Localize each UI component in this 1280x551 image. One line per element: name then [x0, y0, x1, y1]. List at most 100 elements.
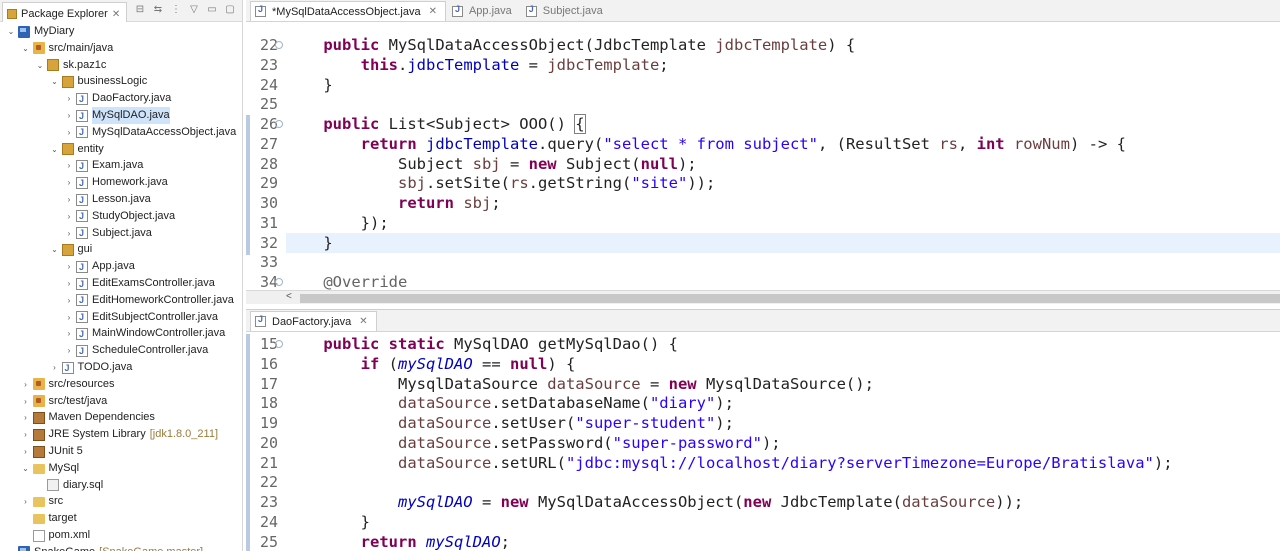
- expanded-chevron-icon[interactable]: ⌄: [50, 241, 60, 258]
- code-line[interactable]: dataSource.setDatabaseName("diary");: [286, 393, 1280, 413]
- collapsed-chevron-icon[interactable]: ›: [64, 124, 74, 141]
- collapsed-chevron-icon[interactable]: ›: [21, 376, 31, 393]
- tree-item[interactable]: › src/test/java: [21, 393, 107, 410]
- tree-item[interactable]: › Exam.java: [64, 157, 144, 175]
- view-menu-icon[interactable]: ⋮: [170, 4, 182, 15]
- collapsed-chevron-icon[interactable]: ›: [64, 342, 74, 359]
- tree-item[interactable]: › EditExamsController.java: [64, 275, 215, 293]
- editor-tab[interactable]: DaoFactory.java ✕: [250, 311, 377, 331]
- code-line[interactable]: [286, 252, 1280, 272]
- code-line[interactable]: dataSource.setURL("jdbc:mysql://localhos…: [286, 453, 1280, 473]
- collapsed-chevron-icon[interactable]: ›: [6, 544, 16, 551]
- tree-item[interactable]: › JUnit 5: [21, 443, 83, 460]
- expanded-chevron-icon[interactable]: ⌄: [35, 57, 45, 74]
- tree-item[interactable]: › Maven Dependencies: [21, 409, 155, 426]
- expanded-chevron-icon[interactable]: ⌄: [21, 460, 31, 477]
- collapsed-chevron-icon[interactable]: ›: [64, 258, 74, 275]
- tree-item[interactable]: › EditSubjectController.java: [64, 309, 218, 326]
- code-line[interactable]: [286, 94, 1280, 114]
- tree-item[interactable]: › SnakeGame [SnakeGame master]: [6, 544, 203, 551]
- tree-item[interactable]: › JRE System Library [jdk1.8.0_211]: [21, 426, 218, 443]
- tree-item[interactable]: › Subject.java: [64, 225, 152, 242]
- code-line[interactable]: return sbj;: [286, 193, 1280, 213]
- editor-tab[interactable]: Subject.java: [522, 1, 611, 21]
- tree-item[interactable]: diary.sql: [35, 477, 103, 494]
- code-line[interactable]: Subject sbj = new Subject(null);: [286, 154, 1280, 174]
- collapsed-chevron-icon[interactable]: ›: [50, 359, 60, 376]
- scrollbar-thumb[interactable]: [300, 294, 1280, 303]
- collapsed-chevron-icon[interactable]: ›: [64, 208, 74, 225]
- code-line[interactable]: }: [286, 232, 1280, 253]
- collapsed-chevron-icon[interactable]: ›: [21, 393, 31, 410]
- code-line[interactable]: return mySqlDAO;: [286, 532, 1280, 551]
- code-line[interactable]: this.jdbcTemplate = jdbcTemplate;: [286, 55, 1280, 75]
- tree-item[interactable]: › DaoFactory.java: [64, 90, 172, 108]
- package-explorer-tab[interactable]: Package Explorer ✕: [2, 2, 128, 22]
- close-icon[interactable]: ✕: [429, 6, 437, 17]
- code-line[interactable]: }: [286, 512, 1280, 532]
- horizontal-scrollbar[interactable]: <: [246, 290, 1280, 304]
- code-line[interactable]: sbj.setSite(rs.getString("site"));: [286, 173, 1280, 193]
- tree-item[interactable]: › EditHomeworkController.java: [64, 292, 234, 309]
- maximize-icon[interactable]: ▢: [224, 4, 236, 15]
- code-line[interactable]: @Override: [286, 272, 1280, 292]
- tree-item[interactable]: › src: [21, 493, 63, 510]
- code-line[interactable]: if (mySqlDAO == null) {: [286, 354, 1280, 374]
- fold-toggle-icon[interactable]: [275, 41, 283, 49]
- tree-item[interactable]: ⌄ entity: [50, 141, 104, 158]
- editor-tab[interactable]: App.java: [448, 1, 520, 21]
- scroll-left-icon[interactable]: <: [286, 291, 292, 302]
- collapsed-chevron-icon[interactable]: ›: [64, 292, 74, 309]
- collapsed-chevron-icon[interactable]: ›: [64, 90, 74, 107]
- fold-toggle-icon[interactable]: [275, 120, 283, 128]
- minimize-icon[interactable]: ▭: [206, 4, 218, 15]
- tree-item[interactable]: ⌄ src/main/java: [21, 40, 113, 57]
- tree-item[interactable]: › Lesson.java: [64, 191, 151, 209]
- tree-item[interactable]: › MySqlDataAccessObject.java: [64, 124, 237, 141]
- expanded-chevron-icon[interactable]: ⌄: [50, 73, 60, 90]
- tree-item[interactable]: target: [21, 510, 77, 527]
- close-icon[interactable]: ✕: [359, 316, 367, 327]
- code-line[interactable]: public static MySqlDAO getMySqlDao() {: [286, 334, 1280, 354]
- code-line[interactable]: });: [286, 213, 1280, 233]
- collapsed-chevron-icon[interactable]: ›: [21, 426, 31, 443]
- collapsed-chevron-icon[interactable]: ›: [64, 107, 74, 124]
- collapsed-chevron-icon[interactable]: ›: [64, 325, 74, 342]
- expanded-chevron-icon[interactable]: ⌄: [21, 40, 31, 57]
- expanded-chevron-icon[interactable]: ⌄: [6, 23, 16, 40]
- tree-item[interactable]: › ScheduleController.java: [64, 342, 209, 360]
- close-icon[interactable]: ✕: [112, 9, 120, 20]
- tree-item[interactable]: ⌄ gui: [50, 241, 92, 258]
- link-editor-icon[interactable]: ⇆: [152, 4, 164, 15]
- expanded-chevron-icon[interactable]: ⌄: [50, 141, 60, 158]
- tree-item[interactable]: › StudyObject.java: [64, 208, 176, 225]
- code-line[interactable]: mySqlDAO = new MySqlDataAccessObject(new…: [286, 492, 1280, 512]
- collapsed-chevron-icon[interactable]: ›: [64, 309, 74, 326]
- tree-item[interactable]: ⌄ MyDiary: [6, 23, 74, 40]
- tree-item[interactable]: › src/resources: [21, 376, 115, 393]
- tree-item[interactable]: › App.java: [64, 258, 135, 276]
- tree-item[interactable]: › MainWindowController.java: [64, 325, 226, 343]
- code-line[interactable]: public MySqlDataAccessObject(JdbcTemplat…: [286, 35, 1280, 55]
- fold-toggle-icon[interactable]: [275, 278, 283, 286]
- tree-item[interactable]: pom.xml: [21, 527, 90, 544]
- collapsed-chevron-icon[interactable]: ›: [64, 275, 74, 292]
- collapsed-chevron-icon[interactable]: ›: [64, 174, 74, 191]
- code-line[interactable]: dataSource.setUser("super-student");: [286, 413, 1280, 433]
- tree-item[interactable]: ⌄ sk.paz1c: [35, 57, 106, 74]
- tree-item[interactable]: › MySqlDAO.java: [64, 107, 170, 125]
- collapsed-chevron-icon[interactable]: ›: [21, 443, 31, 460]
- collapse-all-icon[interactable]: ⊟: [134, 4, 146, 15]
- collapsed-chevron-icon[interactable]: ›: [21, 409, 31, 426]
- fold-toggle-icon[interactable]: [275, 340, 283, 348]
- code-line[interactable]: }: [286, 75, 1280, 95]
- code-line[interactable]: public List<Subject> OOO() {: [286, 114, 1280, 134]
- code-line[interactable]: [286, 472, 1280, 492]
- collapsed-chevron-icon[interactable]: ›: [64, 191, 74, 208]
- code-line[interactable]: dataSource.setPassword("super-password")…: [286, 433, 1280, 453]
- tree-item[interactable]: ⌄ businessLogic: [50, 73, 147, 90]
- code-line[interactable]: MysqlDataSource dataSource = new MysqlDa…: [286, 374, 1280, 394]
- code-line[interactable]: return jdbcTemplate.query("select * from…: [286, 134, 1280, 154]
- collapsed-chevron-icon[interactable]: ›: [64, 157, 74, 174]
- tree-item[interactable]: › TODO.java: [50, 359, 132, 377]
